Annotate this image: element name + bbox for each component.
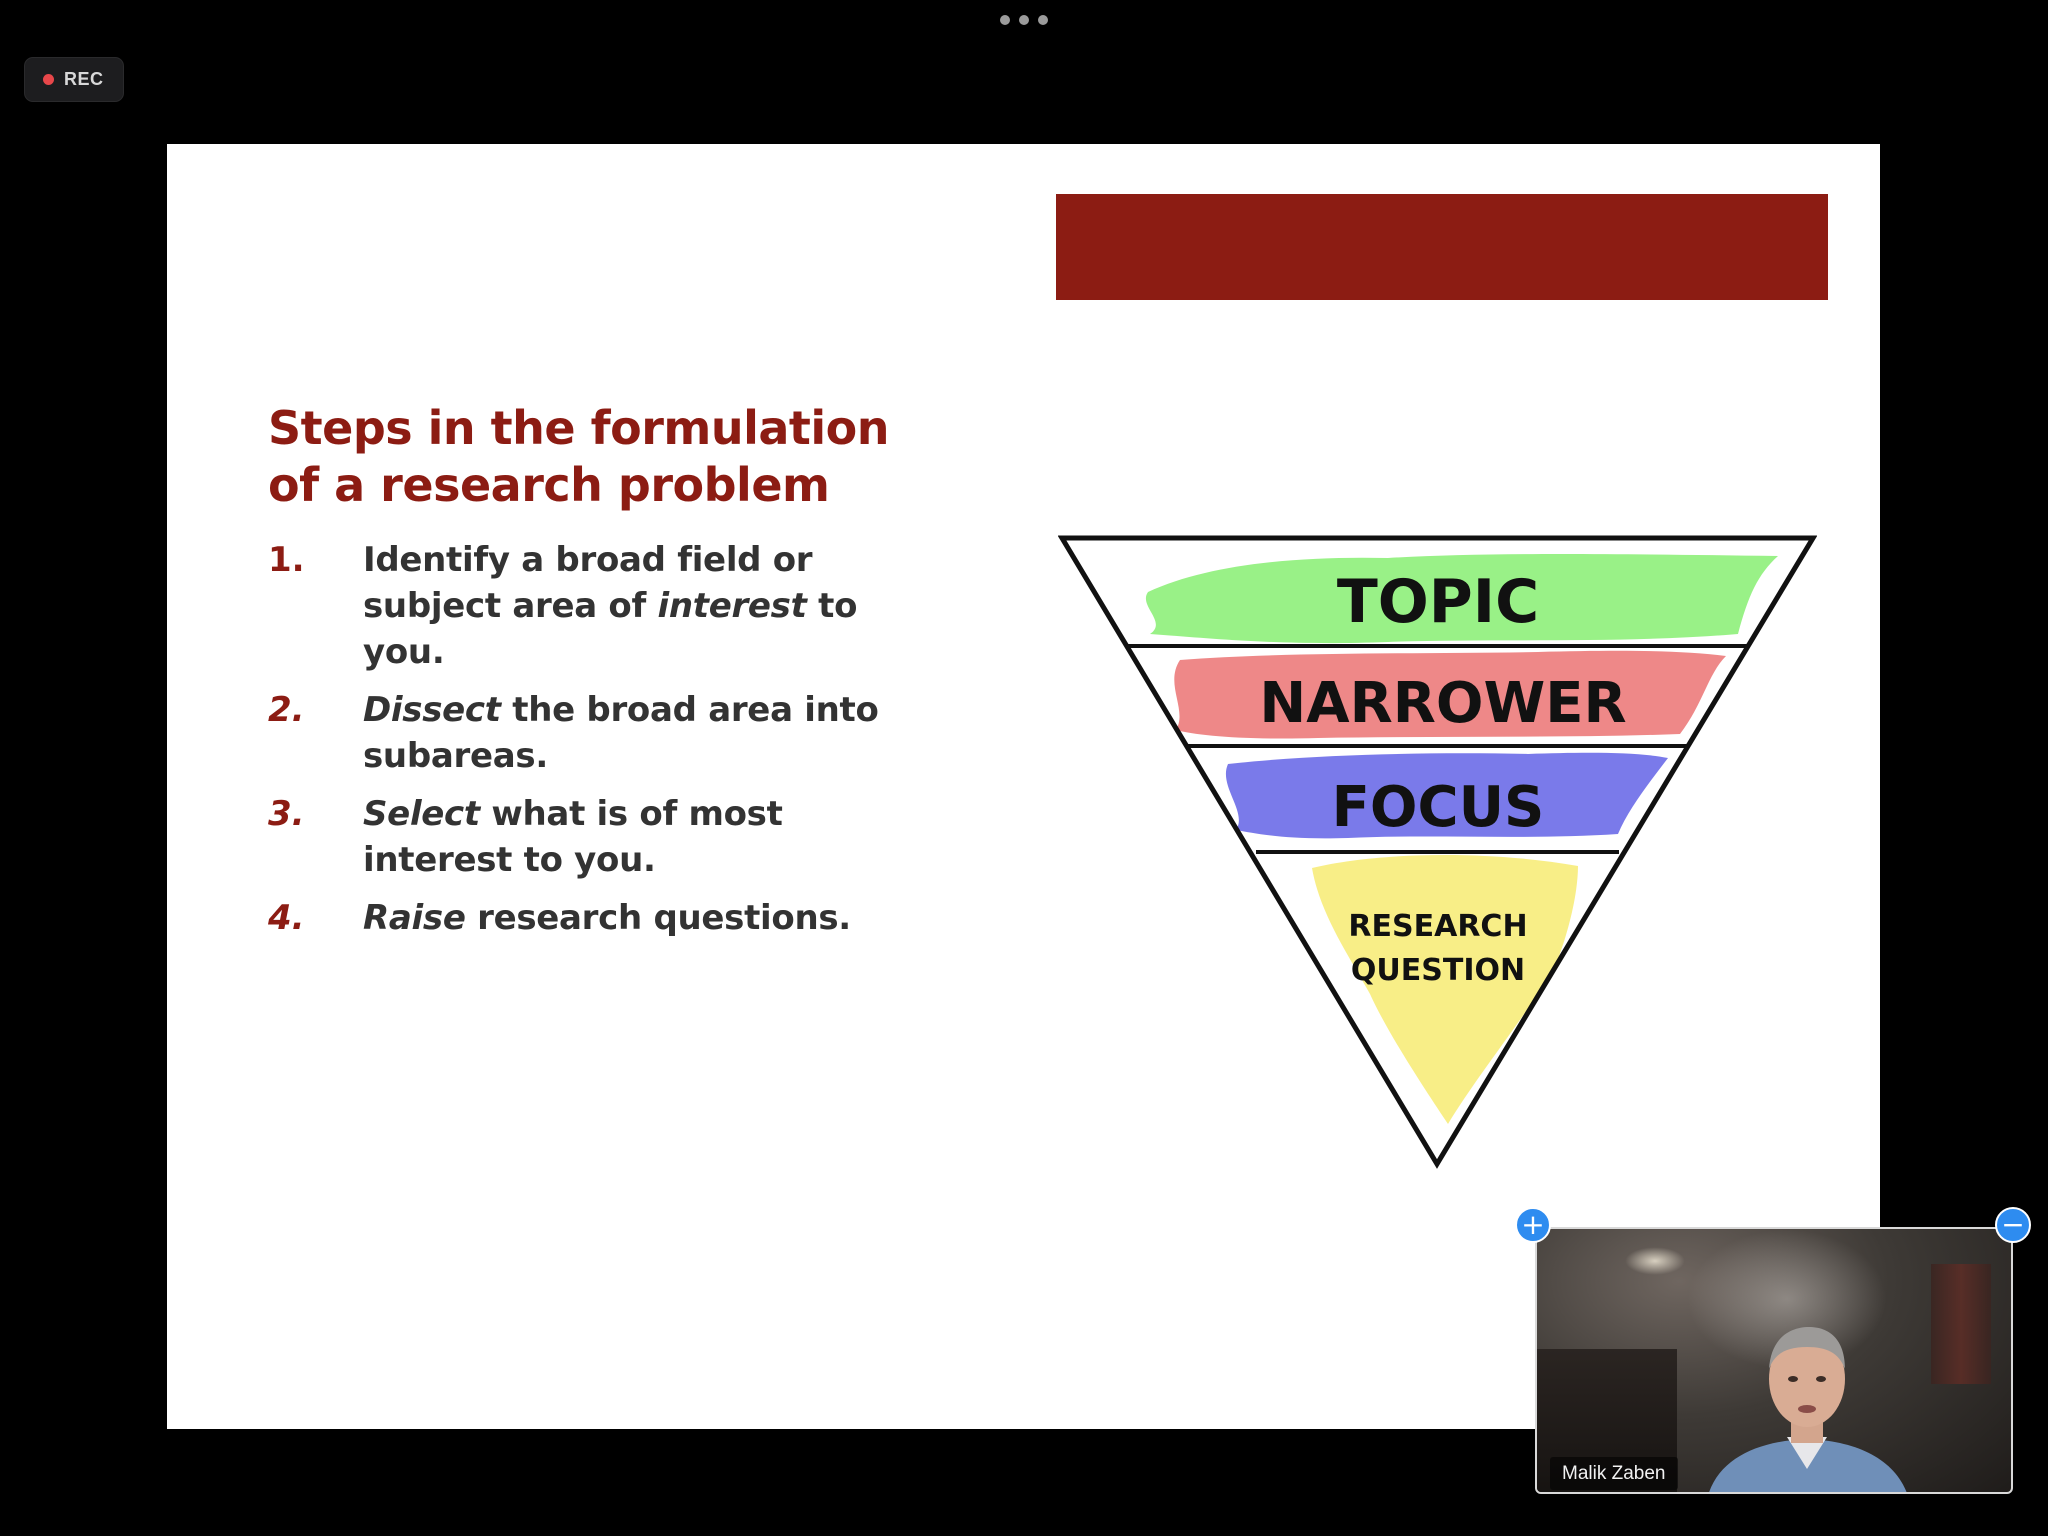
slide-title: Steps in the formulation of a research p… <box>268 400 908 514</box>
recording-dot-icon <box>43 74 54 85</box>
slide-title-line-1: Steps in the formulation <box>268 401 890 455</box>
funnel-label-research: RESEARCH <box>1348 909 1527 944</box>
step-text-emphasis: Dissect <box>363 690 501 730</box>
step-text: Identify a broad field or subject area o… <box>363 537 908 675</box>
step-text: Dissect the broad area into subareas. <box>363 687 908 779</box>
video-background-curtain <box>1931 1264 1991 1384</box>
step-number: 2. <box>268 690 305 730</box>
dot <box>1000 15 1010 25</box>
recording-label: REC <box>64 69 104 89</box>
more-options-icon[interactable] <box>1000 12 1048 28</box>
expand-video-button[interactable]: + <box>1515 1207 1551 1243</box>
steps-list: 1. Identify a broad field or subject are… <box>268 537 908 953</box>
step-item: 4. Raise research questions. <box>268 895 908 941</box>
funnel-label-question: QUESTION <box>1351 953 1525 988</box>
slide-header-bar <box>1056 194 1828 300</box>
research-funnel-diagram: TOPIC NARROWER FOCUS RESEARCH QUESTION <box>1058 535 1817 1169</box>
step-number: 3. <box>268 794 305 834</box>
funnel-label-narrower: NARROWER <box>1259 671 1626 736</box>
step-item: 3. Select what is of most interest to yo… <box>268 791 908 883</box>
slide-title-line-2: of a research problem <box>268 458 830 512</box>
funnel-band-research-question <box>1312 854 1578 1124</box>
funnel-label-topic: TOPIC <box>1337 567 1539 637</box>
step-text-emphasis: Raise <box>363 898 466 938</box>
funnel-label-focus: FOCUS <box>1332 775 1545 840</box>
minus-icon: − <box>2001 1208 2025 1241</box>
dot <box>1019 15 1029 25</box>
step-text: Raise research questions. <box>363 895 908 941</box>
step-text-emphasis: Select <box>363 794 480 834</box>
dot <box>1038 15 1048 25</box>
participant-video-tile[interactable]: Malik Zaben <box>1535 1227 2013 1494</box>
step-text-part: research questions. <box>465 898 851 938</box>
step-number: 4. <box>268 898 305 938</box>
minimize-video-button[interactable]: − <box>1995 1207 2031 1243</box>
step-number: 1. <box>268 540 305 580</box>
video-background-lamp <box>1625 1247 1685 1275</box>
recording-indicator[interactable]: REC <box>24 57 124 102</box>
step-item: 2. Dissect the broad area into subareas. <box>268 687 908 779</box>
step-text: Select what is of most interest to you. <box>363 791 908 883</box>
plus-icon: + <box>1521 1208 1545 1241</box>
participant-video-person <box>1709 1327 1907 1492</box>
participant-name-label: Malik Zaben <box>1550 1457 1678 1490</box>
step-item: 1. Identify a broad field or subject are… <box>268 537 908 675</box>
step-text-emphasis: interest <box>657 586 807 626</box>
